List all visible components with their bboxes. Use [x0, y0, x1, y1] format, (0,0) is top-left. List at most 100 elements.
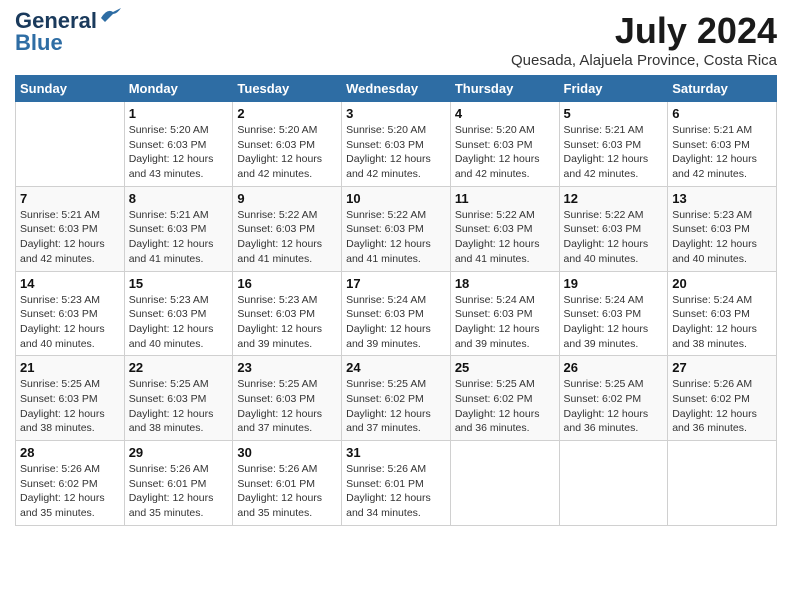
logo-blue-text: Blue: [15, 32, 63, 54]
calendar-cell: 10 Sunrise: 5:22 AM Sunset: 6:03 PM Dayli…: [342, 186, 451, 271]
cell-info: Sunrise: 5:25 AM Sunset: 6:02 PM Dayligh…: [346, 377, 446, 436]
calendar-cell: [16, 102, 125, 187]
cell-info: Sunrise: 5:26 AM Sunset: 6:02 PM Dayligh…: [672, 377, 772, 436]
month-year: July 2024: [511, 10, 777, 52]
calendar-table: SundayMondayTuesdayWednesdayThursdayFrid…: [15, 75, 777, 526]
cell-info: Sunrise: 5:26 AM Sunset: 6:02 PM Dayligh…: [20, 462, 120, 521]
calendar-cell: 15 Sunrise: 5:23 AM Sunset: 6:03 PM Dayli…: [124, 271, 233, 356]
calendar-cell: 13 Sunrise: 5:23 AM Sunset: 6:03 PM Dayli…: [668, 186, 777, 271]
cell-info: Sunrise: 5:25 AM Sunset: 6:03 PM Dayligh…: [129, 377, 229, 436]
calendar-cell: 22 Sunrise: 5:25 AM Sunset: 6:03 PM Dayli…: [124, 356, 233, 441]
calendar-week-row: 14 Sunrise: 5:23 AM Sunset: 6:03 PM Dayli…: [16, 271, 777, 356]
calendar-cell: 8 Sunrise: 5:21 AM Sunset: 6:03 PM Daylig…: [124, 186, 233, 271]
cell-info: Sunrise: 5:20 AM Sunset: 6:03 PM Dayligh…: [237, 123, 337, 182]
day-number: 29: [129, 445, 229, 460]
day-number: 26: [564, 360, 664, 375]
day-number: 7: [20, 191, 120, 206]
day-number: 30: [237, 445, 337, 460]
calendar-week-row: 21 Sunrise: 5:25 AM Sunset: 6:03 PM Dayli…: [16, 356, 777, 441]
calendar-week-row: 1Sunrise: 5:20 AM Sunset: 6:03 PM Daylig…: [16, 102, 777, 187]
day-number: 22: [129, 360, 229, 375]
calendar-cell: 29 Sunrise: 5:26 AM Sunset: 6:01 PM Dayli…: [124, 441, 233, 526]
calendar-cell: 16Sunrise: 5:23 AM Sunset: 6:03 PM Dayli…: [233, 271, 342, 356]
calendar-cell: 14 Sunrise: 5:23 AM Sunset: 6:03 PM Dayli…: [16, 271, 125, 356]
cell-info: Sunrise: 5:25 AM Sunset: 6:03 PM Dayligh…: [20, 377, 120, 436]
cell-info: Sunrise: 5:20 AM Sunset: 6:03 PM Dayligh…: [129, 123, 229, 182]
calendar-cell: 30 Sunrise: 5:26 AM Sunset: 6:01 PM Dayli…: [233, 441, 342, 526]
day-number: 2: [237, 106, 337, 121]
cell-info: Sunrise: 5:20 AM Sunset: 6:03 PM Dayligh…: [346, 123, 446, 182]
calendar-cell: 17Sunrise: 5:24 AM Sunset: 6:03 PM Dayli…: [342, 271, 451, 356]
logo: General Blue: [15, 10, 121, 54]
day-number: 6: [672, 106, 772, 121]
cell-info: Sunrise: 5:21 AM Sunset: 6:03 PM Dayligh…: [564, 123, 664, 182]
calendar-week-row: 28 Sunrise: 5:26 AM Sunset: 6:02 PM Dayli…: [16, 441, 777, 526]
cell-info: Sunrise: 5:22 AM Sunset: 6:03 PM Dayligh…: [564, 208, 664, 267]
day-number: 11: [455, 191, 555, 206]
day-number: 3: [346, 106, 446, 121]
calendar-cell: 27Sunrise: 5:26 AM Sunset: 6:02 PM Dayli…: [668, 356, 777, 441]
cell-info: Sunrise: 5:26 AM Sunset: 6:01 PM Dayligh…: [237, 462, 337, 521]
day-number: 21: [20, 360, 120, 375]
cell-info: Sunrise: 5:26 AM Sunset: 6:01 PM Dayligh…: [129, 462, 229, 521]
day-number: 18: [455, 276, 555, 291]
calendar-cell: [668, 441, 777, 526]
cell-info: Sunrise: 5:23 AM Sunset: 6:03 PM Dayligh…: [672, 208, 772, 267]
calendar-header-row: SundayMondayTuesdayWednesdayThursdayFrid…: [16, 76, 777, 102]
cell-info: Sunrise: 5:22 AM Sunset: 6:03 PM Dayligh…: [346, 208, 446, 267]
cell-info: Sunrise: 5:24 AM Sunset: 6:03 PM Dayligh…: [672, 293, 772, 352]
cell-info: Sunrise: 5:20 AM Sunset: 6:03 PM Dayligh…: [455, 123, 555, 182]
cell-info: Sunrise: 5:21 AM Sunset: 6:03 PM Dayligh…: [129, 208, 229, 267]
day-number: 9: [237, 191, 337, 206]
weekday-header-tuesday: Tuesday: [233, 76, 342, 102]
calendar-cell: 6 Sunrise: 5:21 AM Sunset: 6:03 PM Daylig…: [668, 102, 777, 187]
cell-info: Sunrise: 5:26 AM Sunset: 6:01 PM Dayligh…: [346, 462, 446, 521]
day-number: 4: [455, 106, 555, 121]
cell-info: Sunrise: 5:22 AM Sunset: 6:03 PM Dayligh…: [237, 208, 337, 267]
calendar-cell: 4 Sunrise: 5:20 AM Sunset: 6:03 PM Daylig…: [450, 102, 559, 187]
calendar-cell: 3 Sunrise: 5:20 AM Sunset: 6:03 PM Daylig…: [342, 102, 451, 187]
cell-info: Sunrise: 5:23 AM Sunset: 6:03 PM Dayligh…: [129, 293, 229, 352]
weekday-header-saturday: Saturday: [668, 76, 777, 102]
day-number: 25: [455, 360, 555, 375]
weekday-header-friday: Friday: [559, 76, 668, 102]
day-number: 17: [346, 276, 446, 291]
calendar-cell: 20 Sunrise: 5:24 AM Sunset: 6:03 PM Dayli…: [668, 271, 777, 356]
cell-info: Sunrise: 5:25 AM Sunset: 6:02 PM Dayligh…: [455, 377, 555, 436]
calendar-cell: 12 Sunrise: 5:22 AM Sunset: 6:03 PM Dayli…: [559, 186, 668, 271]
day-number: 31: [346, 445, 446, 460]
cell-info: Sunrise: 5:21 AM Sunset: 6:03 PM Dayligh…: [672, 123, 772, 182]
calendar-cell: 5 Sunrise: 5:21 AM Sunset: 6:03 PM Daylig…: [559, 102, 668, 187]
day-number: 10: [346, 191, 446, 206]
calendar-cell: 21 Sunrise: 5:25 AM Sunset: 6:03 PM Dayli…: [16, 356, 125, 441]
calendar-cell: [450, 441, 559, 526]
cell-info: Sunrise: 5:24 AM Sunset: 6:03 PM Dayligh…: [455, 293, 555, 352]
calendar-cell: 31 Sunrise: 5:26 AM Sunset: 6:01 PM Dayli…: [342, 441, 451, 526]
calendar-cell: 25 Sunrise: 5:25 AM Sunset: 6:02 PM Dayli…: [450, 356, 559, 441]
location: Quesada, Alajuela Province, Costa Rica: [511, 52, 777, 69]
day-number: 23: [237, 360, 337, 375]
day-number: 20: [672, 276, 772, 291]
weekday-header-thursday: Thursday: [450, 76, 559, 102]
calendar-cell: 26 Sunrise: 5:25 AM Sunset: 6:02 PM Dayli…: [559, 356, 668, 441]
cell-info: Sunrise: 5:23 AM Sunset: 6:03 PM Dayligh…: [20, 293, 120, 352]
day-number: 14: [20, 276, 120, 291]
cell-info: Sunrise: 5:24 AM Sunset: 6:03 PM Dayligh…: [564, 293, 664, 352]
day-number: 5: [564, 106, 664, 121]
calendar-cell: [559, 441, 668, 526]
cell-info: Sunrise: 5:25 AM Sunset: 6:02 PM Dayligh…: [564, 377, 664, 436]
calendar-week-row: 7 Sunrise: 5:21 AM Sunset: 6:03 PM Daylig…: [16, 186, 777, 271]
day-number: 15: [129, 276, 229, 291]
cell-info: Sunrise: 5:22 AM Sunset: 6:03 PM Dayligh…: [455, 208, 555, 267]
calendar-cell: 2 Sunrise: 5:20 AM Sunset: 6:03 PM Daylig…: [233, 102, 342, 187]
calendar-cell: 18 Sunrise: 5:24 AM Sunset: 6:03 PM Dayli…: [450, 271, 559, 356]
cell-info: Sunrise: 5:23 AM Sunset: 6:03 PM Dayligh…: [237, 293, 337, 352]
day-number: 8: [129, 191, 229, 206]
calendar-cell: 23Sunrise: 5:25 AM Sunset: 6:03 PM Dayli…: [233, 356, 342, 441]
day-number: 28: [20, 445, 120, 460]
calendar-body: 1Sunrise: 5:20 AM Sunset: 6:03 PM Daylig…: [16, 102, 777, 526]
day-number: 12: [564, 191, 664, 206]
calendar-cell: 24Sunrise: 5:25 AM Sunset: 6:02 PM Dayli…: [342, 356, 451, 441]
calendar-cell: 28 Sunrise: 5:26 AM Sunset: 6:02 PM Dayli…: [16, 441, 125, 526]
day-number: 13: [672, 191, 772, 206]
